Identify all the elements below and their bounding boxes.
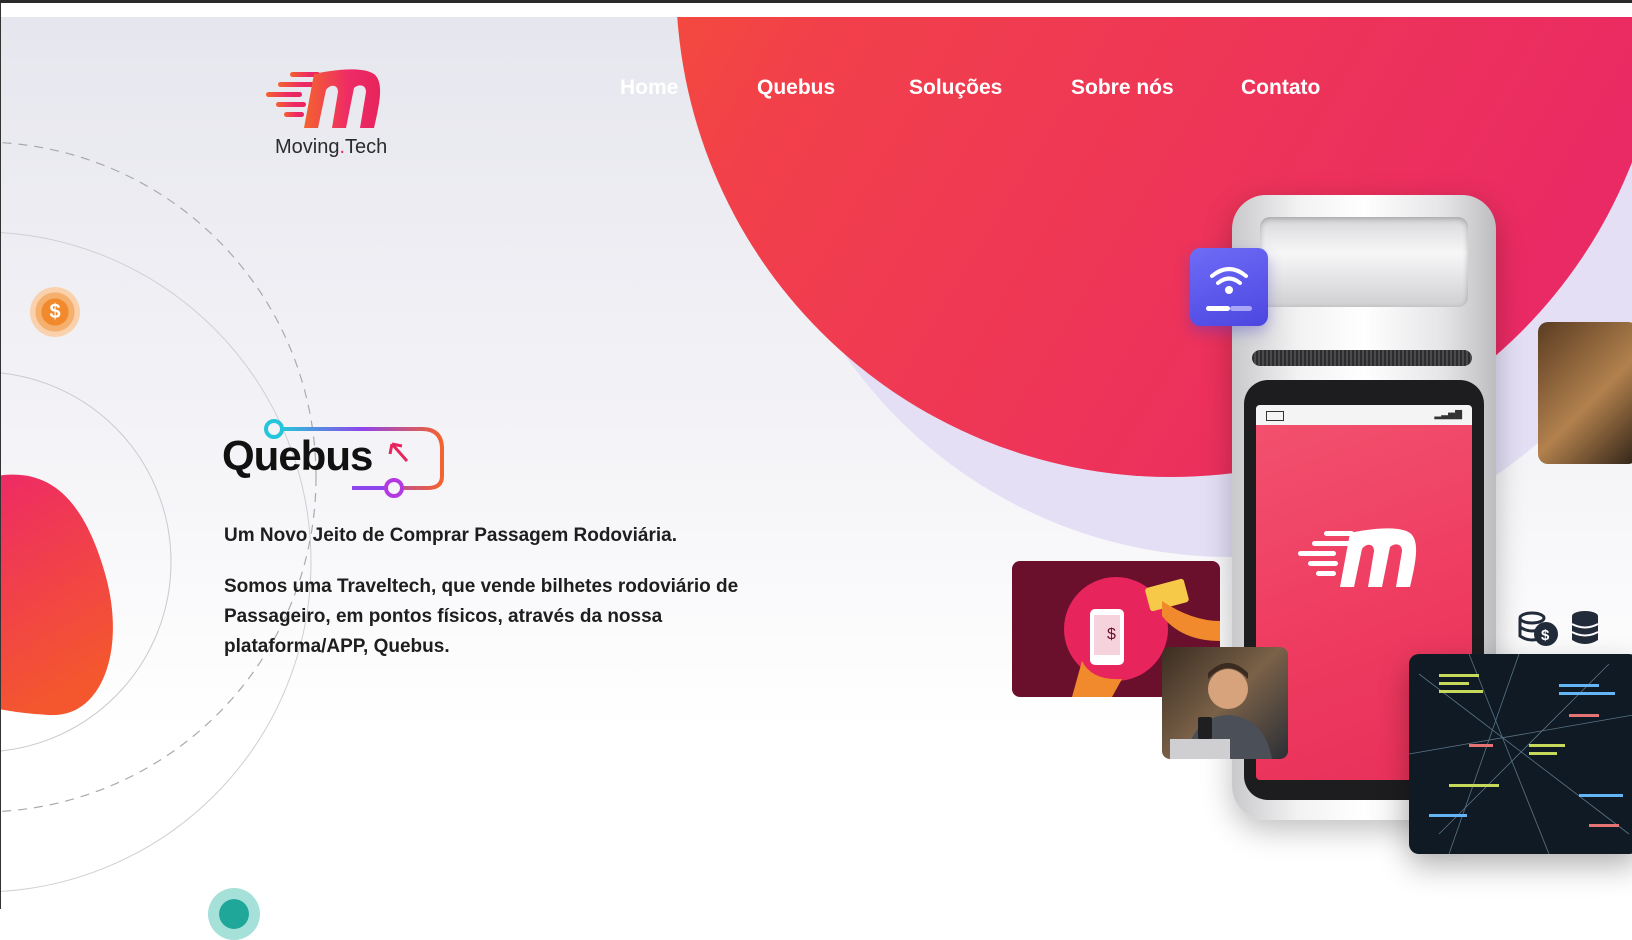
hero-description: Somos uma Traveltech, que vende bilhetes… <box>224 576 739 657</box>
dollar-coin-icon: $ <box>30 287 80 337</box>
device-screen-m-logo <box>1298 528 1417 587</box>
signal-icon: ▂▃▅▇ <box>1434 409 1462 419</box>
logo-word-moving: Moving <box>275 136 340 158</box>
printer-grill <box>1252 350 1472 366</box>
wifi-badge <box>1190 248 1268 326</box>
nav-link-solucoes[interactable]: Soluções <box>909 76 1002 100</box>
nav-link-sobre-nos[interactable]: Sobre nós <box>1071 76 1174 100</box>
code-network-screen-photo <box>1409 654 1632 854</box>
logo-m-mark <box>266 69 381 128</box>
browser-top-border <box>0 0 1632 3</box>
logo-word-tech: Tech <box>345 136 388 158</box>
nav-link-contato[interactable]: Contato <box>1241 76 1320 100</box>
nav-link-home[interactable]: Home <box>620 76 678 100</box>
left-decorative-blob <box>1 474 113 716</box>
man-photo-graphic <box>1170 663 1272 759</box>
logo-wordmark: Moving.Tech <box>275 136 387 159</box>
smiling-man-with-phone-photo <box>1162 647 1288 759</box>
hero-tagline: Um Novo Jeito de Comprar Passagem Rodovi… <box>224 525 677 546</box>
phone-dollar-glyph: $ <box>1107 626 1116 643</box>
teal-indicator-icon <box>208 888 260 940</box>
wifi-icon <box>1206 267 1252 311</box>
coins-dollar-glyph: $ <box>1541 627 1550 644</box>
coins-stack-icon: $ <box>1518 611 1558 646</box>
database-icon <box>1571 611 1599 644</box>
payment-terminal-hand-photo <box>1538 322 1632 464</box>
battery-icon <box>1266 411 1284 421</box>
printer-slot <box>1260 217 1468 307</box>
nav-link-quebus[interactable]: Quebus <box>757 76 835 100</box>
code-screen-graphic <box>1409 654 1632 854</box>
quebus-wordmark: Quebus <box>222 432 373 479</box>
device-status-bar: ▂▃▅▇ <box>1256 405 1472 425</box>
